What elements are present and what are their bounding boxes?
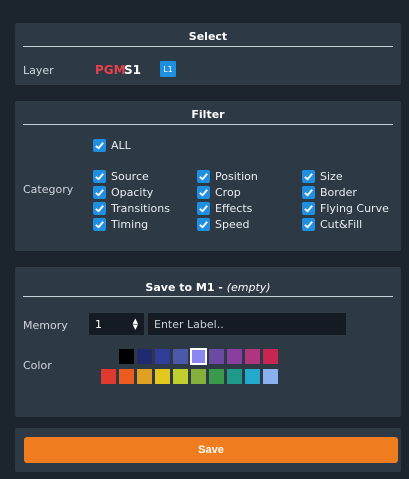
checkbox-opacity[interactable]: Opacity <box>93 186 153 199</box>
color-swatch[interactable] <box>263 369 278 384</box>
color-swatch[interactable] <box>209 349 224 364</box>
category-label: Category <box>23 183 74 196</box>
color-swatch[interactable] <box>119 349 134 364</box>
checkbox-effects-label: Effects <box>215 202 253 215</box>
checkbox-position[interactable]: Position <box>197 170 258 183</box>
color-swatch[interactable] <box>137 369 152 384</box>
checkbox-timing[interactable]: Timing <box>93 218 148 231</box>
color-swatch[interactable] <box>190 348 207 365</box>
color-label: Color <box>23 359 52 372</box>
memory-stepper[interactable]: 1 ▲ ▼ <box>89 313 144 335</box>
layer-label: Layer <box>23 64 54 77</box>
filter-divider <box>23 124 393 125</box>
filter-panel: Filter ALL Category Source Opacity Trans… <box>15 101 401 251</box>
checkbox-source[interactable]: Source <box>93 170 149 183</box>
color-swatch[interactable] <box>137 349 152 364</box>
layer-l1-badge[interactable]: L1 <box>160 61 176 77</box>
check-icon <box>93 186 106 199</box>
checkbox-transitions[interactable]: Transitions <box>93 202 170 215</box>
checkbox-timing-label: Timing <box>111 218 149 231</box>
checkbox-border-label: Border <box>320 186 357 199</box>
checkbox-effects[interactable]: Effects <box>197 202 252 215</box>
checkbox-all[interactable]: ALL <box>93 139 131 152</box>
select-divider <box>23 46 393 47</box>
s1-label[interactable]: S1 <box>124 63 141 77</box>
color-swatch[interactable] <box>209 369 224 384</box>
color-swatch[interactable] <box>245 369 260 384</box>
color-swatch[interactable] <box>245 349 260 364</box>
checkbox-transitions-label: Transitions <box>111 202 170 215</box>
select-title: Select <box>188 30 228 43</box>
check-icon <box>93 218 106 231</box>
check-icon <box>93 202 106 215</box>
save-to-panel: Save to M1 - (empty) Memory 1 ▲▼ Color <box>15 267 401 417</box>
check-icon <box>197 202 210 215</box>
check-icon <box>197 186 210 199</box>
save-to-divider <box>23 296 393 297</box>
color-swatch[interactable] <box>173 349 188 364</box>
checkbox-cut-fill-label: Cut&Fill <box>320 218 363 231</box>
color-swatch[interactable] <box>227 369 242 384</box>
check-icon <box>302 218 315 231</box>
checkbox-crop[interactable]: Crop <box>197 186 241 199</box>
checkbox-position-label: Position <box>215 170 258 183</box>
color-swatch[interactable] <box>173 369 188 384</box>
checkbox-all-label: ALL <box>111 139 131 152</box>
select-panel: Select Layer PGM S1 L1 <box>15 23 401 85</box>
filter-title: Filter <box>191 108 225 121</box>
color-swatch[interactable] <box>119 369 134 384</box>
color-swatch[interactable] <box>191 369 206 384</box>
color-swatch[interactable] <box>155 349 170 364</box>
check-icon <box>302 186 315 199</box>
save-to-title-main: Save to M1 - <box>145 281 227 294</box>
check-icon <box>302 170 315 183</box>
checkbox-source-label: Source <box>111 170 149 183</box>
label-input[interactable] <box>148 313 346 335</box>
color-swatch[interactable] <box>263 349 278 364</box>
checkbox-crop-label: Crop <box>215 186 241 199</box>
save-button[interactable]: Save <box>24 437 398 463</box>
check-icon <box>197 218 210 231</box>
checkbox-size[interactable]: Size <box>302 170 343 183</box>
checkbox-speed[interactable]: Speed <box>197 218 249 231</box>
color-swatch[interactable] <box>155 369 170 384</box>
checkbox-cut-fill[interactable]: Cut&Fill <box>302 218 362 231</box>
pgm-label[interactable]: PGM <box>95 63 126 77</box>
save-to-title-note: (empty) <box>226 281 271 294</box>
checkbox-flying-curve[interactable]: Flying Curve <box>302 202 389 215</box>
checkbox-speed-label: Speed <box>215 218 250 231</box>
check-icon <box>93 139 106 152</box>
check-icon <box>302 202 315 215</box>
check-icon <box>197 170 210 183</box>
save-to-title: Save to M1 - (empty) <box>15 281 401 294</box>
memory-value: 1 <box>95 317 102 331</box>
color-swatch[interactable] <box>227 349 242 364</box>
checkbox-opacity-label: Opacity <box>111 186 154 199</box>
color-swatch[interactable] <box>101 369 116 384</box>
checkbox-border[interactable]: Border <box>302 186 357 199</box>
stepper-arrows-icon[interactable]: ▲ ▼ <box>133 318 138 331</box>
memory-label: Memory <box>23 319 68 332</box>
check-icon <box>93 170 106 183</box>
checkbox-size-label: Size <box>320 170 343 183</box>
checkbox-flying-curve-label: Flying Curve <box>320 202 389 215</box>
